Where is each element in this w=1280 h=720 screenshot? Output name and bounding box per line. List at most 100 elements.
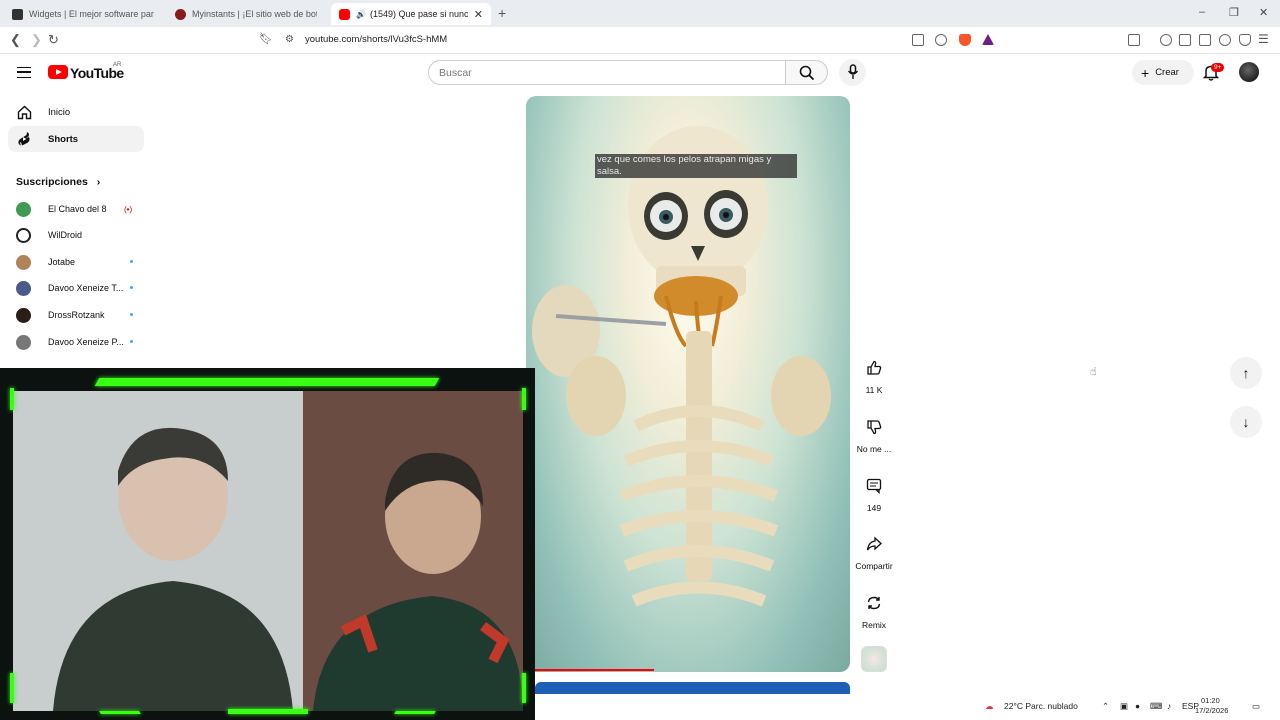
site-info-icon[interactable]: ⚙︎	[285, 34, 294, 45]
tab-title: (1549) Que pase si nunca te a	[369, 9, 468, 19]
url-field[interactable]: youtube.com/shorts/lVu3fcS-hMM	[305, 34, 447, 45]
neon-frame-bottom	[228, 709, 308, 714]
skeleton-eating-spaghetti-image	[532, 126, 831, 607]
like-button[interactable]: 11 K	[852, 354, 896, 395]
search-button[interactable]	[786, 60, 828, 85]
notification-badge: 9+	[1211, 63, 1225, 72]
browser-tab-active[interactable]: 🔊 (1549) Que pase si nunca te a ✕	[331, 3, 491, 25]
brave-rewards-icon[interactable]	[982, 34, 994, 45]
new-tab-button[interactable]: +	[498, 5, 506, 21]
new-content-dot	[130, 340, 133, 343]
clock-time[interactable]: 01:20	[1201, 696, 1220, 705]
sidebar-item-shorts[interactable]: Shorts	[8, 126, 144, 152]
brave-shield-icon[interactable]	[959, 34, 971, 46]
reading-list-icon[interactable]	[1179, 34, 1191, 46]
wallet-icon[interactable]	[1199, 34, 1211, 46]
channel-avatar	[16, 307, 31, 323]
channel-avatar	[16, 280, 31, 296]
webcam-overlay	[0, 368, 535, 720]
chevron-right-icon: ›	[96, 176, 101, 188]
chevron-up-icon[interactable]: ⌃	[1102, 701, 1109, 712]
tray-app-icon[interactable]: ▣	[1120, 701, 1128, 712]
channel-avatar	[16, 227, 31, 243]
neon-frame-bottom	[394, 711, 436, 714]
media-icon[interactable]	[1160, 34, 1172, 46]
shorts-icon	[16, 131, 32, 147]
channel-name: DrossRotzank	[48, 310, 105, 320]
sidebar-item-label: Shorts	[48, 133, 79, 145]
notifications-tray-icon[interactable]: ▭	[1252, 701, 1260, 712]
subscription-item[interactable]: Davoo Xeneize P...	[16, 333, 133, 351]
voice-search-button[interactable]	[839, 59, 866, 86]
volume-icon[interactable]: ♪	[1167, 701, 1171, 711]
address-bar: ❮ ❯ ↻ 🔖︎ ⚙︎ youtube.com/shorts/lVu3fcS-h…	[0, 27, 1280, 54]
subscription-item[interactable]: Jotabe	[16, 253, 133, 271]
hamburger-menu-icon[interactable]	[17, 67, 31, 78]
arrow-up-icon: ↑	[1242, 365, 1250, 381]
share-button[interactable]: Compartir	[852, 530, 896, 571]
share-page-icon[interactable]	[935, 34, 947, 46]
dislike-button[interactable]: No me ...	[852, 413, 896, 454]
network-icon[interactable]: ⌨︎	[1150, 701, 1162, 712]
close-tab-icon[interactable]: ✕	[468, 8, 483, 21]
maximize-icon[interactable]: ❐	[1229, 6, 1239, 19]
subscription-item[interactable]: WilDroid	[16, 226, 82, 244]
browser-tab[interactable]: Widgets | El mejor software para po	[4, 3, 162, 25]
back-icon[interactable]: ❮	[10, 32, 21, 48]
neon-frame-corner	[522, 388, 526, 410]
subscription-item[interactable]: DrossRotzank	[16, 306, 133, 324]
neon-frame-corner	[10, 388, 14, 410]
close-window-icon[interactable]: ✕	[1259, 6, 1268, 19]
sidebar-item-label: Inicio	[48, 106, 71, 118]
menu-icon[interactable]: ☰	[1258, 32, 1269, 46]
channel-name: Jotabe	[48, 257, 76, 267]
create-button[interactable]: + Crear	[1132, 60, 1194, 85]
new-content-dot	[130, 260, 133, 263]
webcam-feed-image	[13, 391, 523, 711]
cast-icon[interactable]	[912, 34, 924, 46]
subscriptions-header[interactable]: Suscripciones ›	[16, 176, 100, 188]
remix-icon	[860, 589, 888, 617]
comments-button[interactable]: 149	[852, 472, 896, 513]
vpn-icon[interactable]	[1239, 34, 1251, 46]
two-people-image	[13, 391, 523, 711]
subscription-item[interactable]: Davoo Xeneize T...	[16, 279, 133, 297]
arrow-down-icon: ↓	[1242, 414, 1250, 430]
share-icon	[860, 530, 888, 558]
plus-icon: +	[1141, 64, 1150, 81]
channel-name: Davoo Xeneize P...	[48, 337, 124, 347]
minimize-icon[interactable]: –	[1199, 6, 1205, 18]
sound-thumbnail[interactable]	[861, 646, 887, 672]
short-video-player[interactable]: vez que comes los pelos atrapan migas y …	[526, 96, 850, 672]
tab-title: Widgets | El mejor software para po	[29, 9, 154, 19]
weather-text[interactable]: 22°C Parc. nublado	[1004, 701, 1078, 711]
speaker-icon: 🔊	[356, 9, 366, 19]
next-short-preview[interactable]	[535, 682, 850, 694]
live-indicator-icon: (•)	[124, 204, 133, 214]
youtube-header: YouTube AR + Crear 9+	[0, 54, 1280, 94]
reload-icon[interactable]: ↻	[48, 32, 59, 48]
system-taskbar: ☁︎ 22°C Parc. nublado ⌃ ▣ ● ⌨︎ ♪ ESP 01:…	[960, 694, 1280, 720]
channel-name: WilDroid	[48, 230, 83, 240]
microphone-icon	[847, 64, 859, 79]
leo-ai-icon[interactable]	[1219, 34, 1231, 46]
neon-frame-corner	[522, 673, 526, 703]
weather-icon: ☁︎	[985, 701, 994, 711]
video-progress-bar[interactable]	[530, 669, 654, 671]
forward-icon[interactable]: ❯	[31, 32, 42, 48]
dislike-label: No me ...	[856, 444, 892, 454]
sidebar-toggle-icon[interactable]	[1128, 34, 1140, 46]
next-short-button[interactable]: ↓	[1230, 406, 1262, 438]
youtube-logo-icon[interactable]	[48, 65, 68, 79]
previous-short-button[interactable]: ↑	[1230, 357, 1262, 389]
remix-button[interactable]: Remix	[852, 589, 896, 630]
sidebar-item-inicio[interactable]: Inicio	[8, 99, 144, 125]
video-caption: vez que comes los pelos atrapan migas y …	[595, 154, 797, 178]
account-avatar[interactable]	[1239, 62, 1259, 82]
microphone-tray-icon[interactable]: ●	[1135, 701, 1140, 711]
search-input[interactable]	[428, 60, 786, 85]
subscription-item[interactable]: El Chavo del 8 (•)	[16, 200, 132, 218]
bookmark-icon[interactable]: 🔖︎	[259, 32, 273, 45]
clock-date[interactable]: 17/2/2026	[1195, 706, 1228, 715]
browser-tab[interactable]: Myinstants | ¡El sitio web de botone	[167, 3, 325, 25]
